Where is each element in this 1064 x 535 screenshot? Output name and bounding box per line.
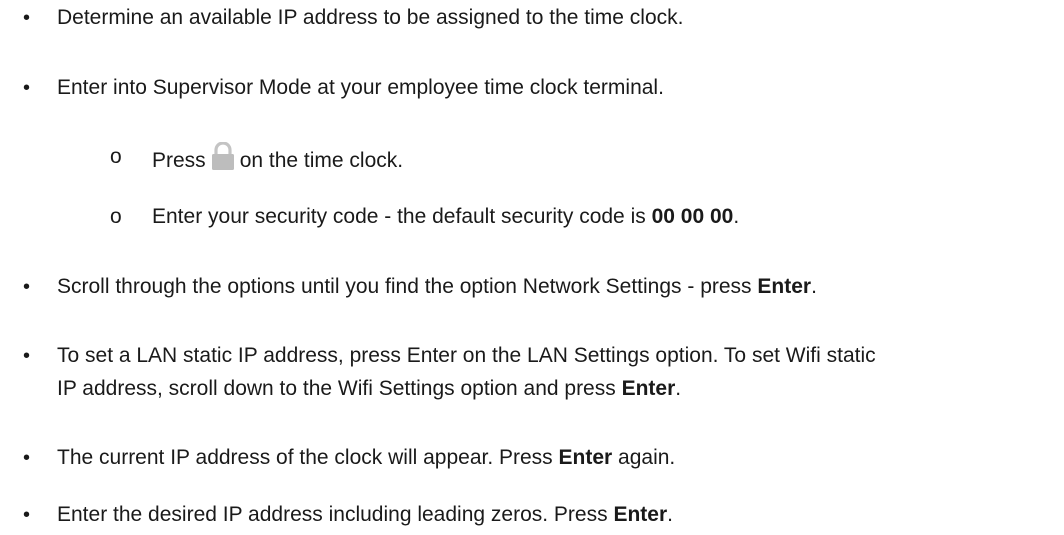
substep-text: Enter your security code - the default s… <box>152 202 739 232</box>
enter-key-label: Enter <box>613 503 668 526</box>
sub-bullet: o <box>110 205 122 228</box>
sub-bullet: o <box>110 145 122 168</box>
enter-key-label: Enter <box>621 377 676 400</box>
default-security-code: 00 00 00 <box>651 205 734 228</box>
substep-text-after: . <box>733 205 740 228</box>
substep-text-before: Press <box>152 149 206 172</box>
substep-text-after: on the time clock. <box>239 149 404 172</box>
step-text: Determine an available IP address to be … <box>57 6 684 29</box>
bullet: • <box>23 77 31 99</box>
lock-icon <box>210 142 236 170</box>
step-text-after: . <box>675 377 682 400</box>
bullet: • <box>23 276 31 298</box>
step-text: Scroll through the options until you fin… <box>57 272 817 302</box>
step-text-before: Scroll through the options until you fin… <box>57 275 758 298</box>
step-text: Enter the desired IP address including l… <box>57 500 673 530</box>
step-text-after: . <box>667 503 673 526</box>
substep-text-before: Enter your security code - the default s… <box>152 205 652 228</box>
bullet: • <box>23 504 31 526</box>
enter-key-label: Enter <box>558 446 613 469</box>
substep-text: Press on the time clock. <box>152 142 403 176</box>
step-text-before: IP address, scroll down to the Wifi Sett… <box>57 377 622 400</box>
step-text-after: again. <box>612 446 676 469</box>
bullet: • <box>23 447 31 469</box>
step-text: Enter into Supervisor Mode at your emplo… <box>57 76 664 99</box>
bullet: • <box>23 345 31 367</box>
bullet: • <box>23 7 31 29</box>
step-text-before: Enter the desired IP address including l… <box>57 503 614 526</box>
step-text-after: . <box>811 275 817 298</box>
step-text-line-1: To set a LAN static IP address, press En… <box>57 344 876 367</box>
enter-key-label: Enter <box>757 275 812 298</box>
step-text-line-2: IP address, scroll down to the Wifi Sett… <box>57 374 681 404</box>
step-text-before: The current IP address of the clock will… <box>57 446 559 469</box>
instruction-document: • Determine an available IP address to b… <box>0 0 1064 535</box>
step-text: The current IP address of the clock will… <box>57 443 675 473</box>
